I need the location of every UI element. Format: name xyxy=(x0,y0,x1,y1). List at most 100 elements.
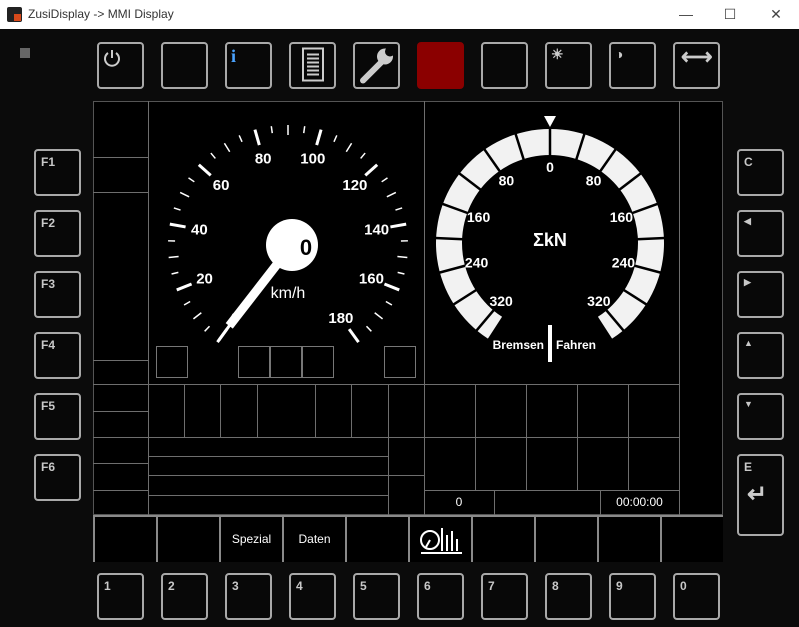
graph-icon xyxy=(418,528,464,558)
brightness-icon: ☀ xyxy=(551,46,564,62)
indicator-box xyxy=(302,346,334,378)
list-button[interactable] xyxy=(289,42,336,89)
number-button-2[interactable]: 2 xyxy=(161,573,208,620)
button-label: 7 xyxy=(488,579,495,593)
wrench-button[interactable] xyxy=(353,42,400,89)
button-label: 3 xyxy=(232,579,239,593)
double-arrow-icon: ⟷ xyxy=(681,44,713,69)
softkey-6[interactable] xyxy=(408,515,471,562)
clock-time: 00:00:00 xyxy=(616,495,663,509)
grid-line xyxy=(93,360,148,361)
list-icon xyxy=(300,46,326,85)
button-label: 5 xyxy=(360,579,367,593)
brightness-button[interactable]: ☀ xyxy=(545,42,592,89)
status-indicator-icon xyxy=(20,48,30,58)
grid-line xyxy=(315,384,316,437)
button-label: 9 xyxy=(616,579,623,593)
button-label: ▶ xyxy=(744,277,751,287)
function-button-2[interactable]: F3 xyxy=(34,271,81,318)
number-button-9[interactable]: 9 xyxy=(609,573,656,620)
blank-button[interactable] xyxy=(481,42,528,89)
function-button-5[interactable]: F6 xyxy=(34,454,81,501)
grid-line xyxy=(93,192,148,193)
blank-button[interactable] xyxy=(161,42,208,89)
button-label: 4 xyxy=(296,579,303,593)
grid-line xyxy=(257,384,258,437)
button-label: F6 xyxy=(41,460,56,474)
grid-line xyxy=(93,411,148,412)
info-button[interactable]: i xyxy=(225,42,272,89)
button-label: F3 xyxy=(41,277,56,291)
grid-line xyxy=(148,495,388,496)
grid-line xyxy=(93,437,148,438)
softkey-8[interactable] xyxy=(534,515,597,562)
minimize-button[interactable]: — xyxy=(676,4,696,24)
softkey-1[interactable] xyxy=(93,515,156,562)
button-label: 2 xyxy=(168,579,175,593)
function-button-4[interactable]: F5 xyxy=(34,393,81,440)
softkey-5[interactable] xyxy=(345,515,408,562)
nav-button-0[interactable]: C xyxy=(737,149,784,196)
grid-line xyxy=(424,437,679,438)
indicator-box xyxy=(156,346,188,378)
nav-button-3[interactable]: ▲ xyxy=(737,332,784,379)
grid-line xyxy=(148,456,388,457)
softkey-7[interactable] xyxy=(471,515,534,562)
function-button-1[interactable]: F2 xyxy=(34,210,81,257)
grid-line xyxy=(184,384,185,437)
button-label: 0 xyxy=(680,579,687,593)
enter-icon: ↵ xyxy=(747,481,768,508)
number-button-4[interactable]: 4 xyxy=(289,573,336,620)
power-button[interactable] xyxy=(97,42,144,89)
button-label: 6 xyxy=(424,579,431,593)
maximize-button[interactable]: ☐ xyxy=(720,4,740,24)
number-button-7[interactable]: 7 xyxy=(481,573,528,620)
softkey-label: Spezial xyxy=(231,532,272,546)
app-icon xyxy=(7,7,22,22)
softkey-10[interactable] xyxy=(660,515,723,562)
button-label: ▼ xyxy=(744,399,753,409)
contrast-button[interactable]: ◑ xyxy=(609,42,656,89)
number-button-1[interactable]: 1 xyxy=(97,573,144,620)
main-display-panel: 0 00:00:00 xyxy=(93,101,723,515)
number-button-5[interactable]: 5 xyxy=(353,573,400,620)
close-button[interactable]: ✕ xyxy=(766,4,786,24)
function-button-3[interactable]: F4 xyxy=(34,332,81,379)
number-button-8[interactable]: 8 xyxy=(545,573,592,620)
grid-line xyxy=(220,384,221,437)
button-label: 8 xyxy=(552,579,559,593)
indicator-box xyxy=(270,346,302,378)
function-button-0[interactable]: F1 xyxy=(34,149,81,196)
button-label: F5 xyxy=(41,399,56,413)
softkey-3[interactable]: Spezial xyxy=(219,515,282,562)
grid-line xyxy=(93,157,148,158)
double-arrow-button[interactable]: ⟷ xyxy=(673,42,720,89)
number-button-0[interactable]: 0 xyxy=(673,573,720,620)
grid-line xyxy=(93,490,148,491)
softkey-2[interactable] xyxy=(156,515,219,562)
number-button-6[interactable]: 6 xyxy=(417,573,464,620)
grid-line xyxy=(388,475,424,476)
button-label: F1 xyxy=(41,155,56,169)
grid-line xyxy=(351,384,352,437)
nav-button-1[interactable]: ◀ xyxy=(737,210,784,257)
softkey-label: Daten xyxy=(298,532,331,546)
indicator-box xyxy=(238,346,270,378)
button-label: F4 xyxy=(41,338,56,352)
number-button-3[interactable]: 3 xyxy=(225,573,272,620)
button-label: C xyxy=(744,155,753,169)
grid-line xyxy=(679,101,680,515)
grid-line xyxy=(424,101,425,515)
blank-button[interactable] xyxy=(417,42,464,89)
button-label: ▲ xyxy=(744,338,753,348)
grid-line xyxy=(388,384,389,437)
nav-button-2[interactable]: ▶ xyxy=(737,271,784,318)
nav-button-4[interactable]: ▼ xyxy=(737,393,784,440)
nav-button-5[interactable]: E ↵ xyxy=(737,454,784,536)
contrast-icon: ◑ xyxy=(615,46,624,62)
softkey-9[interactable] xyxy=(597,515,660,562)
grid-line xyxy=(494,490,495,515)
softkey-4[interactable]: Daten xyxy=(282,515,345,562)
power-icon xyxy=(102,48,122,71)
status-value: 0 xyxy=(455,495,463,509)
